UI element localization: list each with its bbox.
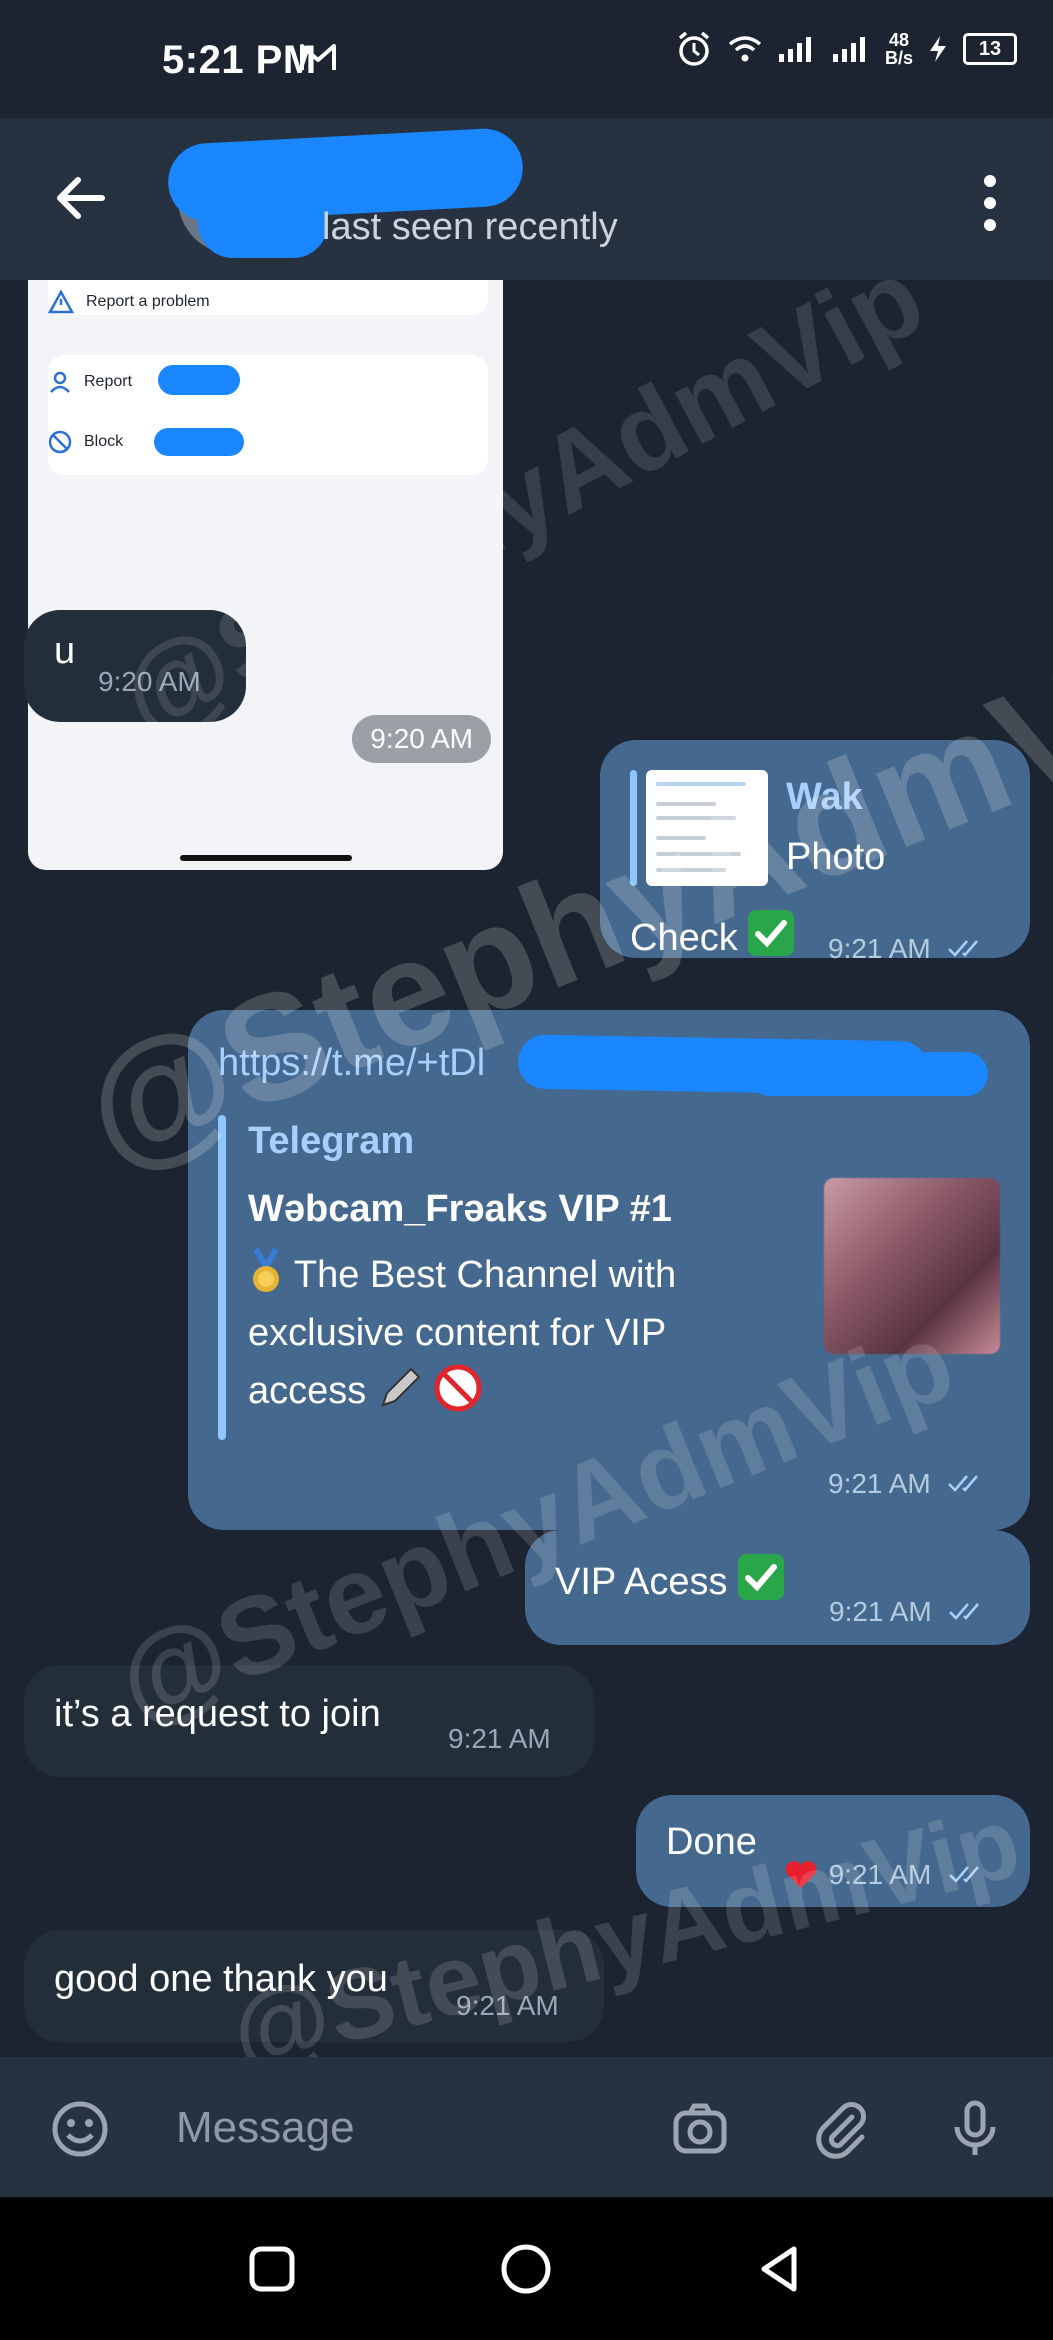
reply-bar [630,770,637,886]
home-icon[interactable] [498,2241,554,2297]
heart-reaction-icon[interactable] [784,1860,818,1890]
preview-site: Telegram [248,1120,415,1162]
battery-icon: 13 [963,33,1017,65]
microphone-icon[interactable] [945,2099,1005,2159]
emoji-icon[interactable] [50,2099,110,2159]
wifi-icon [728,36,762,62]
check-emoji-icon [748,910,795,956]
outgoing-message[interactable]: Wak Photo Check 9:21 AM [600,740,1030,964]
screenshot-row-label: Report [84,373,133,390]
net-speed-unit: B/s [884,48,913,68]
contact-status[interactable]: last seen recently [322,206,618,249]
redaction-blob [158,365,240,395]
medal-icon [253,1247,279,1292]
message-input-bar: Message [0,2057,1053,2197]
alarm-icon [678,31,710,66]
recent-apps-icon[interactable] [244,2241,300,2297]
double-check-icon [948,1475,979,1492]
image-message[interactable]: Report a problem Report Block 9:20 AM [28,280,503,870]
status-bar: 5:21 PM 48 B/s 13 [0,0,1053,118]
back-arrow-icon[interactable] [50,168,110,228]
charging-icon [930,36,946,62]
message-time: 9:21 AM [828,933,931,964]
camera-icon[interactable] [670,2099,730,2159]
reply-type: Photo [786,836,886,878]
net-speed-value: 48 [888,30,909,50]
message-meta: 9:21 AM [829,1588,990,1631]
double-check-icon [949,1603,980,1620]
back-nav-icon[interactable] [752,2241,808,2297]
message-text: Done [666,1821,757,1863]
message-time: 9:21 AM [448,1723,551,1754]
outgoing-message[interactable]: Done 9:21 AM [636,1795,1030,1907]
message-time: 9:21 AM [828,1859,932,1890]
outgoing-link-message[interactable]: https://t.me/+tDl Telegram Wəbcam_Frəaks… [188,1010,1030,1530]
message-text: it’s a request to join [54,1693,381,1735]
double-check-icon [948,1866,979,1883]
status-icons: 48 B/s 13 [675,30,1017,68]
chat-area[interactable]: Report a problem Report Block 9:20 AM u … [0,280,1053,2057]
incoming-message[interactable]: u 9:20 AM [24,610,246,722]
user-icon [50,371,70,393]
double-check-icon [948,940,979,957]
message-text: Check [630,917,738,959]
no-under-18-icon [434,1364,482,1412]
message-text: good one thank you [54,1958,388,2000]
redaction-blob [154,428,244,456]
redaction-blob [748,1052,988,1096]
message-body: VIP Acess [555,1554,785,1604]
system-nav-bar [0,2197,1053,2340]
signal-icon-2 [832,37,865,62]
chat-header: last seen recently [0,118,1053,280]
net-speed: 48 B/s [885,31,913,67]
screenshot-row-label: Report a problem [86,293,210,310]
message-meta: 9:21 AM [828,1460,989,1503]
message-time: 9:21 AM [829,1596,932,1627]
pen-icon [381,1367,421,1407]
check-emoji-icon [738,1554,785,1600]
message-meta: 9:21 AM [828,925,989,968]
screenshot-row: Report a problem [48,290,210,314]
reply-thumbnail [646,770,768,886]
preview-title: Wəbcam_Frəaks VIP #1 [248,1188,672,1230]
reply-sender: Wak [786,776,863,818]
home-indicator [180,855,352,861]
more-options-icon[interactable] [983,174,997,232]
redaction-blob [198,188,328,258]
attach-icon[interactable] [812,2099,872,2159]
message-input[interactable]: Message [176,2103,355,2153]
signal-icon-1 [778,37,811,62]
message-body: Check [630,910,795,960]
gmail-icon [300,44,336,70]
message-link[interactable]: https://t.me/+tDl [218,1042,485,1085]
message-time: 9:21 AM [456,1990,559,2021]
battery-level: 13 [978,37,1002,60]
incoming-message[interactable]: it’s a request to join 9:21 AM [24,1665,594,1777]
message-meta: 9:21 AM [784,1851,990,1894]
preview-bar [218,1115,226,1440]
message-text: VIP Acess [555,1561,728,1603]
message-time: 9:21 AM [828,1468,931,1499]
message-time: 9:20 AM [98,666,201,697]
outgoing-message[interactable]: VIP Acess 9:21 AM [525,1530,1030,1645]
message-time: 9:20 AM [352,715,491,763]
preview-thumbnail[interactable] [824,1178,1000,1354]
message-text: u [54,630,76,672]
screenshot-row: Report [48,370,132,394]
block-icon [48,430,72,454]
status-time: 5:21 PM [162,38,317,82]
preview-description: The Best Channel with exclusive content … [248,1246,788,1420]
screenshot-row: Block [48,430,123,454]
warning-icon [48,290,74,314]
incoming-message[interactable]: good one thank you 9:21 AM [24,1930,604,2042]
screenshot-row-label: Block [84,433,124,450]
